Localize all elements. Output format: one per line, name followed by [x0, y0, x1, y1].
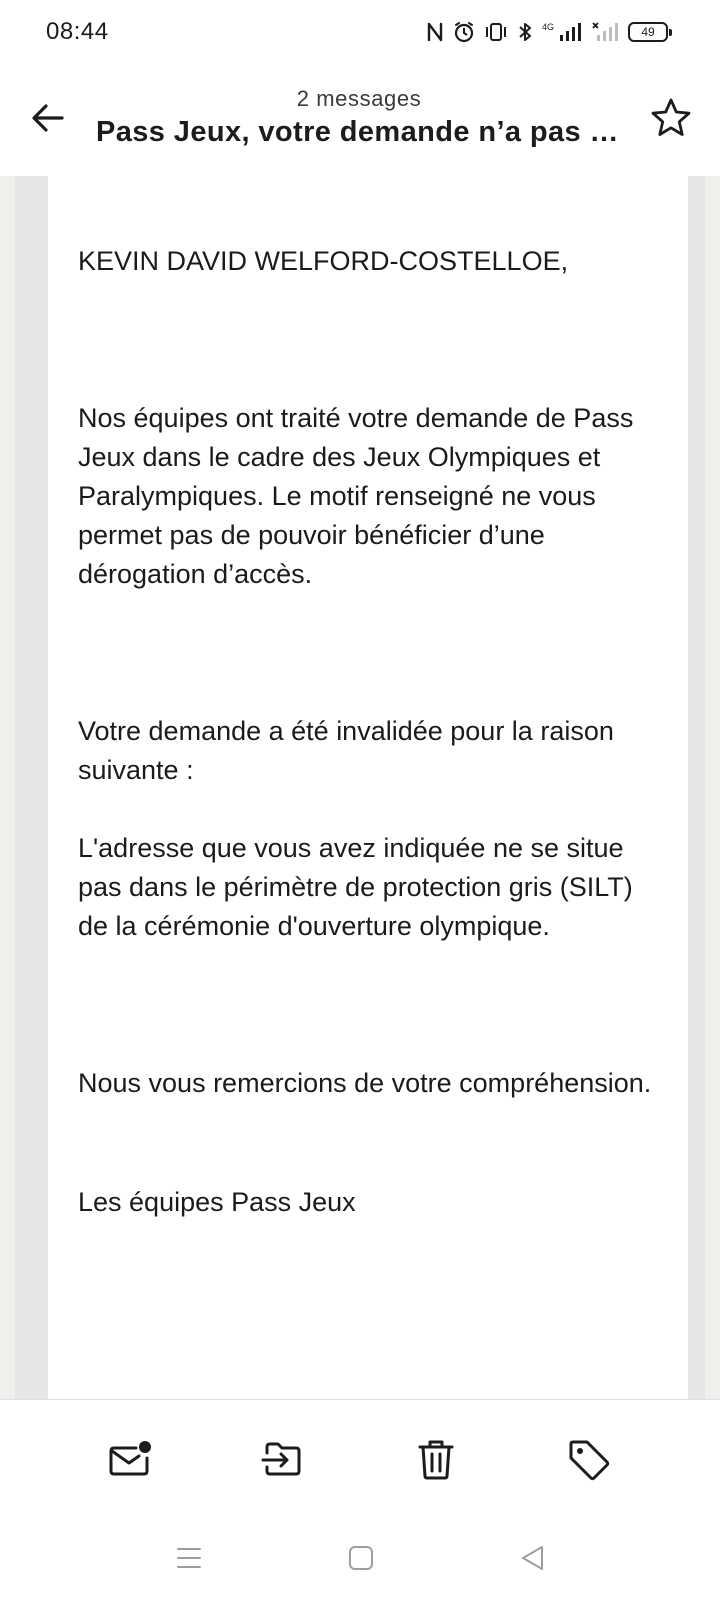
message-count: 2 messages [296, 86, 422, 111]
battery-icon: 49 [628, 22, 672, 42]
email-screen: 08:44 4G 49 2 messages Pass Jeux, votre … [0, 0, 720, 1600]
star-button[interactable] [647, 94, 695, 142]
trash-icon [418, 1440, 454, 1480]
tag-icon [569, 1440, 610, 1481]
bottom-action-bar [0, 1399, 720, 1517]
app-header: 2 messages Pass Jeux, votre demande n’a … [0, 64, 720, 176]
email-paragraph-4: Nous vous remercions de votre compréhens… [78, 1068, 652, 1098]
mail-unread-icon [109, 1441, 151, 1476]
back-triangle-icon [522, 1546, 543, 1570]
frame-right [688, 176, 705, 1399]
battery-level: 49 [641, 25, 655, 39]
email-paragraph-1: Nos équipes ont traité votre demande de … [78, 403, 634, 589]
status-icons: 4G 49 [426, 21, 672, 43]
status-time: 08:44 [46, 18, 109, 45]
vibrate-icon [484, 21, 508, 43]
status-bar: 08:44 4G 49 [0, 0, 720, 64]
home-icon [349, 1546, 373, 1570]
recent-apps-icon [177, 1548, 201, 1568]
move-to-folder-icon [261, 1442, 301, 1476]
email-paragraph-2: Votre demande a été invalidée pour la ra… [78, 716, 614, 785]
signal-4g-icon: 4G [542, 21, 582, 43]
system-nav-bar [0, 1517, 720, 1600]
header-center: 2 messages Pass Jeux, votre demande n’a … [96, 86, 622, 152]
delete-button[interactable] [406, 1430, 466, 1490]
arrow-left-icon [32, 104, 64, 132]
bluetooth-icon [517, 21, 533, 43]
mark-unread-button[interactable] [100, 1430, 160, 1490]
frame-left [15, 176, 48, 1399]
signal-no-sim-icon [591, 21, 619, 43]
message-area[interactable]: KEVIN DAVID WELFORD-COSTELLOE, Nos équip… [0, 176, 720, 1399]
system-back-button[interactable] [508, 1533, 558, 1583]
alarm-icon [453, 21, 475, 43]
email-signature: Les équipes Pass Jeux [78, 1187, 356, 1217]
email-subject: Pass Jeux, votre demande n’a pas été val… [96, 116, 622, 148]
svg-text:4G: 4G [542, 22, 554, 32]
move-button[interactable] [253, 1430, 313, 1490]
home-button[interactable] [336, 1533, 386, 1583]
email-greeting: KEVIN DAVID WELFORD-COSTELLOE, [78, 246, 569, 276]
nfc-icon [426, 21, 444, 43]
back-button[interactable] [24, 94, 72, 142]
star-outline-icon [651, 98, 691, 136]
label-button[interactable] [559, 1430, 619, 1490]
email-body: KEVIN DAVID WELFORD-COSTELLOE, Nos équip… [48, 176, 688, 1399]
email-paragraph-3: L'adresse que vous avez indiquée ne se s… [78, 833, 633, 941]
recent-apps-button[interactable] [164, 1533, 214, 1583]
